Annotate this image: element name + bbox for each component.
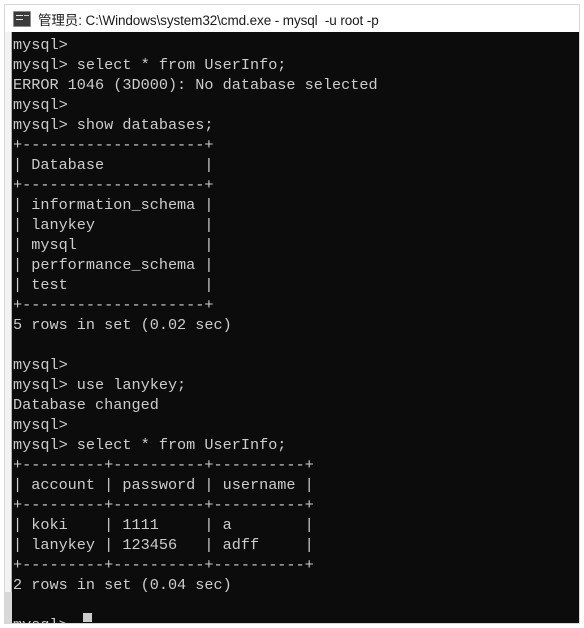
terminal-line: 5 rows in set (0.02 sec) <box>13 316 232 334</box>
terminal-line: | Database | <box>13 156 214 174</box>
terminal-line: | information_schema | <box>13 196 214 214</box>
terminal-cursor <box>83 613 92 622</box>
terminal-line: +--------------------+ <box>13 136 214 154</box>
terminal-line: ERROR 1046 (3D000): No database selected <box>13 76 378 94</box>
terminal-line: mysql> <box>13 416 68 434</box>
terminal-line: | koki | 1111 | a | <box>13 516 314 534</box>
vertical-scrollbar[interactable] <box>5 32 12 623</box>
terminal-line: +--------------------+ <box>13 176 214 194</box>
terminal-body[interactable]: mysql> mysql> select * from UserInfo; ERRO… <box>4 32 580 624</box>
cmd-console-window: 管理员: C:\Windows\system32\cmd.exe - mysql… <box>0 0 584 628</box>
scrollbar-thumb[interactable] <box>5 32 12 592</box>
cmd-console-icon <box>13 10 31 27</box>
terminal-line: mysql> <box>13 96 68 114</box>
title-bar[interactable]: 管理员: C:\Windows\system32\cmd.exe - mysql… <box>4 4 580 32</box>
terminal-line: | lanykey | <box>13 216 214 234</box>
terminal-line: +---------+----------+----------+ <box>13 556 314 574</box>
terminal-line: mysql> show databases; <box>13 116 214 134</box>
terminal-line: +---------+----------+----------+ <box>13 456 314 474</box>
terminal-line: | test | <box>13 276 214 294</box>
terminal-line: mysql> <box>13 356 68 374</box>
terminal-line: mysql> select * from UserInfo; <box>13 56 287 74</box>
terminal-screen[interactable]: mysql> mysql> select * from UserInfo; ERRO… <box>12 32 579 623</box>
terminal-line: mysql> select * from UserInfo; <box>13 436 287 454</box>
terminal-line: mysql> use lanykey; <box>13 376 187 394</box>
terminal-line: mysql> <box>13 615 579 623</box>
terminal-line: +---------+----------+----------+ <box>13 496 314 514</box>
terminal-line: | account | password | username | <box>13 476 314 494</box>
terminal-line: mysql> <box>13 36 68 54</box>
terminal-line: +--------------------+ <box>13 296 214 314</box>
terminal-line: 2 rows in set (0.04 sec) <box>13 576 232 594</box>
terminal-line: | performance_schema | <box>13 256 214 274</box>
window-title: 管理员: C:\Windows\system32\cmd.exe - mysql… <box>38 12 379 28</box>
terminal-line: | lanykey | 123456 | adff | <box>13 536 314 554</box>
terminal-line: | mysql | <box>13 236 214 254</box>
terminal-line: Database changed <box>13 396 159 414</box>
